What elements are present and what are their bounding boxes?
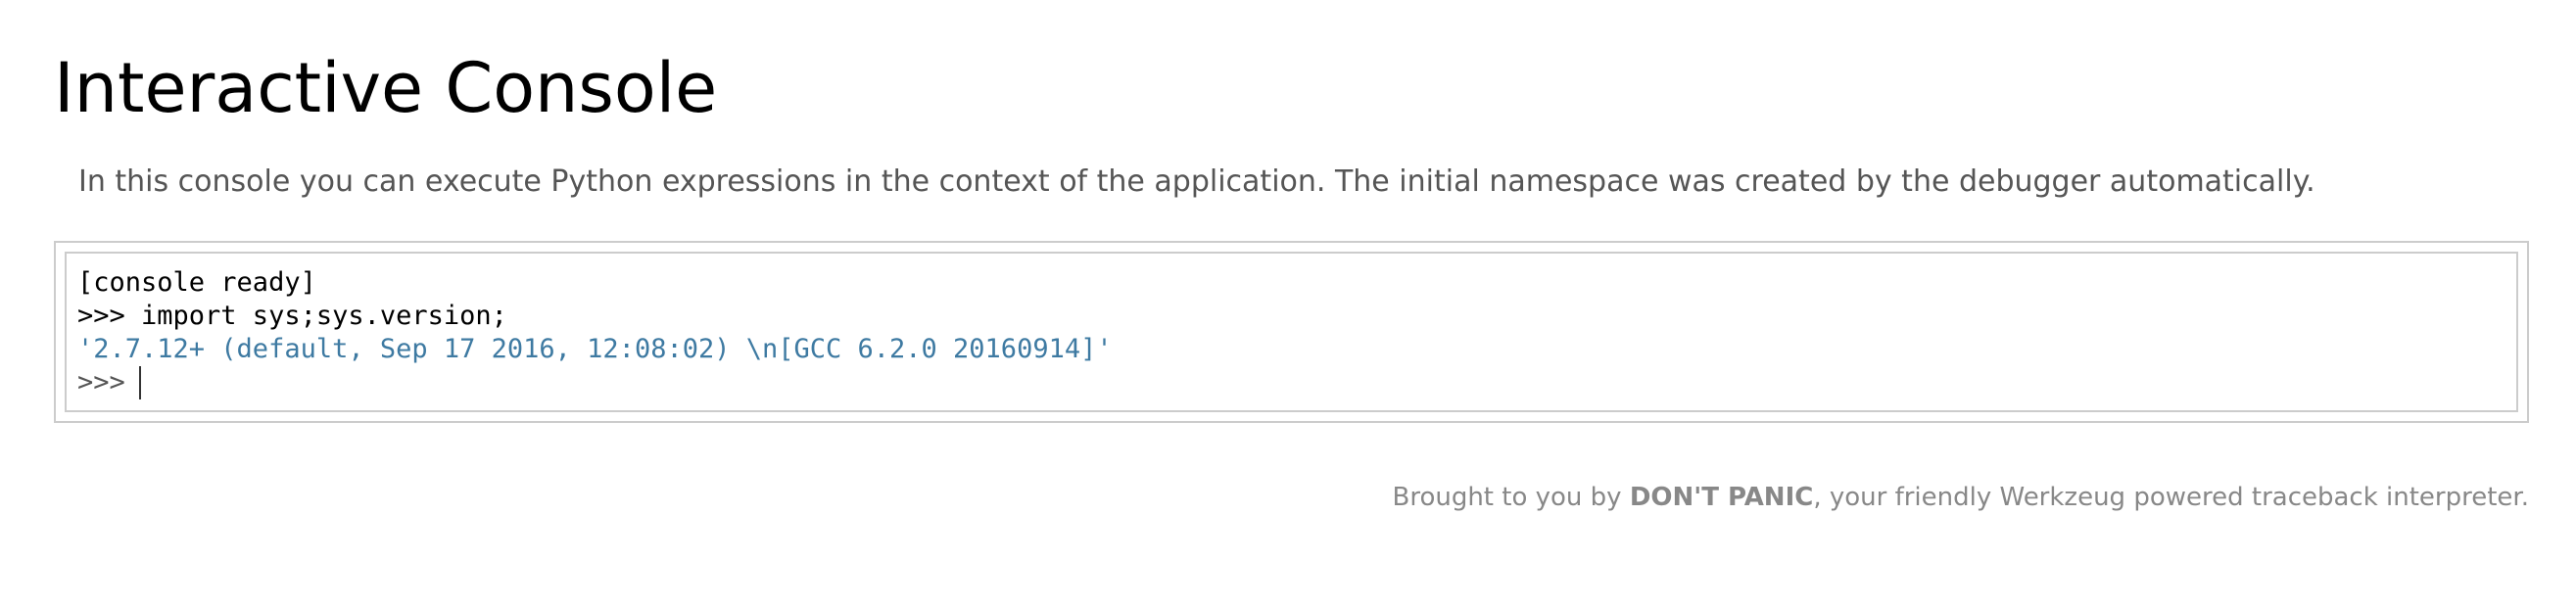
console-explanation: In this console you can execute Python e… (78, 164, 2315, 199)
console-line-ready: [console ready] (77, 267, 316, 298)
interactive-console: [console ready] >>> import sys;sys.versi… (54, 241, 2529, 423)
console-prompt: >>> (77, 367, 125, 398)
console-line-result: '2.7.12+ (default, Sep 17 2016, 12:08:02… (77, 334, 1113, 364)
console-prompt-line: >>> (77, 366, 2516, 399)
page-title: Interactive Console (54, 48, 718, 128)
footer-dont-panic: DON'T PANIC (1629, 483, 1814, 512)
footer: Brought to you by DON'T PANIC, your frie… (1392, 478, 2529, 517)
console-output-area[interactable]: [console ready] >>> import sys;sys.versi… (65, 252, 2518, 412)
footer-prefix: Brought to you by (1392, 483, 1630, 512)
console-input[interactable] (138, 366, 2394, 399)
console-line-command: >>> import sys;sys.version; (77, 301, 507, 331)
footer-suffix: , your friendly Werkzeug powered traceba… (1813, 483, 2529, 512)
